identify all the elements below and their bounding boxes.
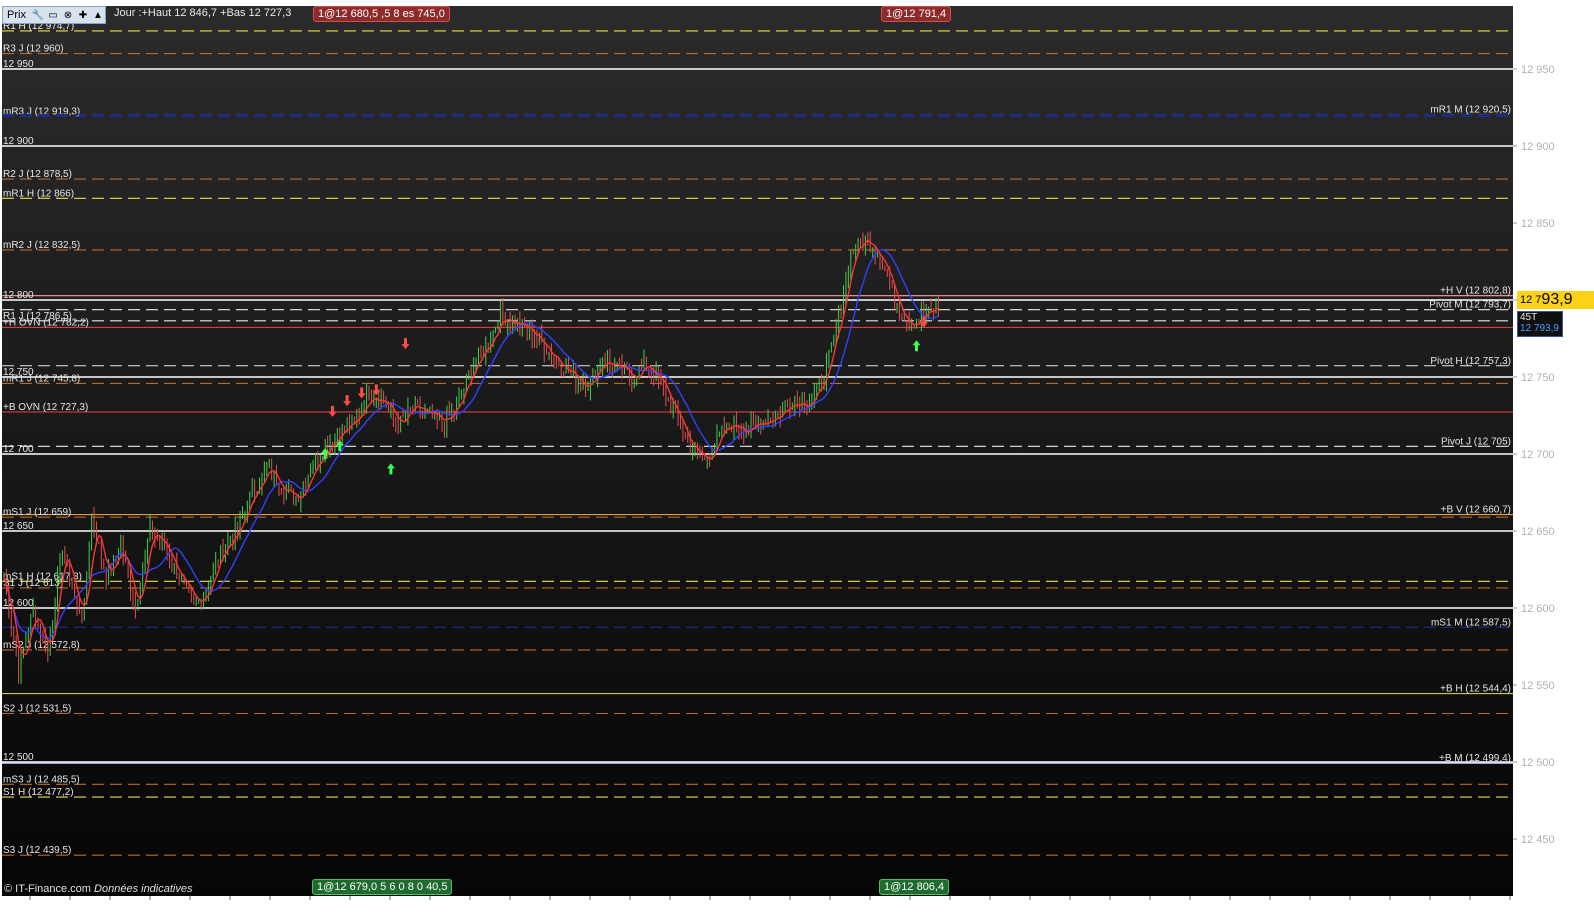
- wrench-icon[interactable]: 🔧: [31, 8, 45, 22]
- y-tick-label: 12 550: [1521, 680, 1555, 692]
- order-tag-label: 5: [380, 881, 387, 893]
- order-tag-bottom-left[interactable]: 1@12 679,0 5 6 0 8 0 40,5: [312, 879, 453, 895]
- level-label: +H OVN (12 782,2): [3, 317, 89, 328]
- level-label: R3 J (12 960): [3, 44, 64, 55]
- y-tick-label: 12 850: [1521, 218, 1555, 230]
- buy-signal-arrow-icon: [386, 463, 395, 475]
- level-label: 12 650: [3, 521, 34, 532]
- level-label: mS1 M (12 587,5): [1431, 617, 1511, 628]
- level-label: S2 J (12 531,5): [3, 703, 71, 714]
- price-label[interactable]: Prix: [3, 9, 30, 21]
- sell-signal-arrow-icon: [357, 387, 366, 399]
- y-tick-label: 12 750: [1521, 372, 1555, 384]
- y-tick-label: 12 650: [1521, 526, 1555, 538]
- level-label: 12 800: [3, 290, 34, 301]
- order-tag-bottom-right[interactable]: 1@12 806,4: [879, 879, 950, 895]
- sell-signal-arrow-icon: [343, 395, 352, 407]
- level-label: mS3 J (12 485,5): [3, 774, 80, 785]
- order-tag-label: es 745,0: [402, 8, 445, 20]
- sell-signal-arrow-icon: [328, 405, 337, 417]
- y-tick-label: 12 450: [1521, 834, 1555, 846]
- order-tag-top-left[interactable]: 1@12 680,5 ,5 8 es 745,0: [313, 6, 450, 22]
- up-arrow-icon[interactable]: ▲: [91, 8, 105, 22]
- level-label: +H V (12 802,8): [1440, 286, 1511, 297]
- order-tag-top-right[interactable]: 1@12 791,4: [881, 6, 952, 22]
- sell-signal-arrow-icon: [401, 338, 410, 350]
- level-label: S1 H (12 477,2): [3, 787, 74, 798]
- level-label: mR2 J (12 832,5): [3, 240, 80, 251]
- y-tick-label: 12 900: [1521, 141, 1555, 153]
- level-label: R2 J (12 878,5): [3, 169, 72, 180]
- level-label: +B OVN (12 727,3): [3, 402, 88, 413]
- level-label: 12 900: [3, 136, 34, 147]
- moving-average-slow: [3, 248, 939, 640]
- level-label: mR1 M (12 920,5): [1430, 104, 1511, 115]
- chart-toolbar: Prix 🔧 ▭ ⊗ ✚ ▲: [2, 6, 106, 24]
- level-label: +B V (12 660,7): [1441, 505, 1511, 516]
- level-label: 12 700: [3, 444, 34, 455]
- level-label: +B H (12 544,4): [1440, 684, 1511, 695]
- order-tag-label: 40,5: [426, 881, 448, 893]
- level-label: S1 J (12 613): [3, 578, 63, 589]
- level-label: +B M (12 499,4): [1439, 753, 1511, 764]
- moving-average-fast: [3, 239, 939, 656]
- level-label: 12 950: [3, 59, 34, 70]
- level-label: mS1 J (12 659): [3, 507, 71, 518]
- y-tick-label: 12 700: [1521, 449, 1555, 461]
- candlestick-chart: R1 H (12 974,7)R3 J (12 960)12 950mR3 J …: [2, 21, 1555, 900]
- level-label: 12 500: [3, 752, 34, 763]
- level-label: S3 J (12 439,5): [3, 845, 71, 856]
- daily-high-low-info: Jour :+Haut 12 846,7 +Bas 12 727,3: [114, 7, 292, 19]
- level-label: Pivot H (12 757,3): [1430, 356, 1511, 367]
- credit-note: Données indicatives: [94, 883, 193, 895]
- y-tick-label: 12 500: [1521, 757, 1555, 769]
- current-price-marker: 12 7 93,9: [1517, 291, 1594, 309]
- order-tag-label: 1@12 806,4: [884, 881, 945, 893]
- level-label: 12 600: [3, 598, 34, 609]
- buy-signal-arrow-icon: [912, 340, 921, 352]
- level-label: mR1 H (12 866): [3, 188, 74, 199]
- order-tag-label: 1@12 680,5: [318, 8, 379, 20]
- close-icon[interactable]: ⊗: [61, 8, 75, 22]
- level-label: Pivot M (12 793,7): [1429, 300, 1511, 311]
- level-label: mR3 J (12 919,3): [3, 106, 80, 117]
- add-icon[interactable]: ✚: [76, 8, 90, 22]
- timeframe-price: 12 793,9: [1520, 323, 1559, 334]
- credit-source: © IT-Finance.com: [4, 883, 91, 895]
- level-label: mR1 J (12 745,8): [3, 373, 80, 384]
- window-icon[interactable]: ▭: [46, 8, 60, 22]
- order-tag-label: 6 0 8 0: [389, 881, 423, 893]
- level-label: mS2 J (12 572,8): [3, 640, 80, 651]
- order-tag-label: ,5: [381, 8, 391, 20]
- order-tag-label: 8: [393, 8, 400, 20]
- price-marker-prefix: 12 7: [1520, 294, 1542, 306]
- timeframe-marker: 45T 12 793,9: [1517, 311, 1563, 337]
- y-tick-label: 12 600: [1521, 603, 1555, 615]
- timeframe-label: 45T: [1520, 312, 1538, 323]
- y-tick-label: 12 950: [1521, 64, 1555, 76]
- data-credit: © IT-Finance.com Données indicatives: [4, 883, 192, 895]
- order-tag-label: 1@12 791,4: [886, 8, 947, 20]
- level-label: Pivot J (12 705): [1441, 436, 1511, 447]
- order-tag-label: 1@12 679,0: [317, 881, 378, 893]
- price-marker-value: 93,9: [1541, 291, 1573, 308]
